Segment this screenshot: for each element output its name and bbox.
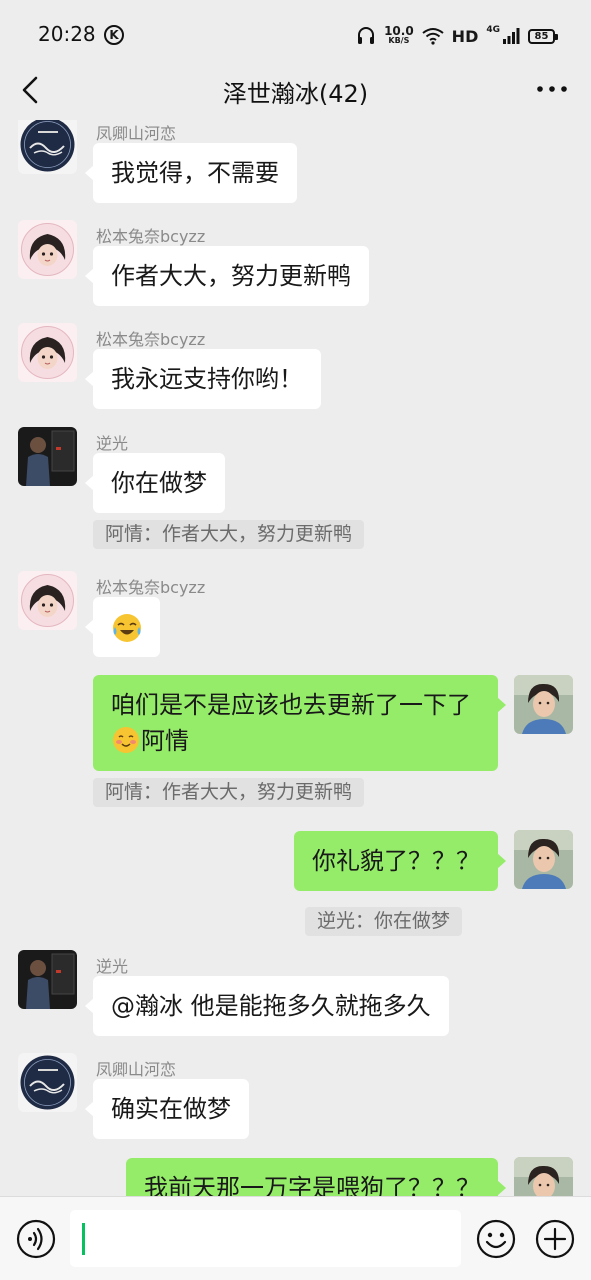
avatar-dark-photo[interactable] <box>18 950 77 1009</box>
sender-name: 逆光 <box>96 957 129 976</box>
input-bar <box>0 1196 591 1280</box>
avatar-young-man[interactable] <box>514 830 573 889</box>
net-speed-value: 10.0 <box>384 24 414 38</box>
message-bubble[interactable]: 我永远支持你哟！ <box>85 349 321 409</box>
sender-name: 松本兔奈bcyzz <box>96 330 206 349</box>
voice-icon <box>16 1219 56 1259</box>
message-list[interactable]: 凤卿山河恋 我觉得，不需要 松本兔奈bcyzz 作者大大，努力更新鸭 松本兔奈b… <box>0 120 591 1196</box>
avatar-dark-photo[interactable] <box>18 427 77 486</box>
message-bubble[interactable] <box>85 597 160 657</box>
message-bubble[interactable]: 咱们是不是应该也去更新了一下了 阿情 <box>93 675 506 771</box>
wifi-icon <box>422 28 444 45</box>
net-speed: 10.0 KB/S <box>384 24 414 46</box>
crying-laughing-emoji <box>113 614 141 642</box>
message-bubble[interactable]: @瀚冰 他是能拖多久就拖多久 <box>85 976 449 1036</box>
chat-header: 泽世瀚冰(42) <box>0 60 591 120</box>
sender-name: 松本兔奈bcyzz <box>96 227 206 246</box>
battery-icon: 85 <box>528 28 558 44</box>
avatar-ink-logo[interactable] <box>18 120 77 174</box>
avatar-anime-girl[interactable] <box>18 220 77 279</box>
message-bubble[interactable]: 作者大大，努力更新鸭 <box>85 246 369 306</box>
message-bubble[interactable]: 我前天那一万字是喂狗了？？？ <box>126 1158 506 1196</box>
avatar-young-man[interactable] <box>514 675 573 734</box>
network-type-label: 4G <box>486 25 500 35</box>
k-badge-icon: K <box>104 25 124 45</box>
avatar-anime-girl[interactable] <box>18 323 77 382</box>
message-bubble[interactable]: 你礼貌了？？？ <box>294 831 506 891</box>
message-bubble[interactable]: 你在做梦 <box>85 453 225 513</box>
status-time: 20:28 <box>38 22 96 46</box>
blushing-smile-emoji <box>113 727 139 753</box>
avatar-anime-girl[interactable] <box>18 571 77 630</box>
mention-text: 阿情 <box>141 727 189 755</box>
message-bubble[interactable]: 我觉得，不需要 <box>85 143 297 203</box>
quoted-reply[interactable]: 逆光：你在做梦 <box>304 907 462 936</box>
emoji-icon <box>476 1219 516 1259</box>
plus-icon <box>535 1219 575 1259</box>
more-button[interactable] <box>535 74 569 104</box>
chat-title: 泽世瀚冰(42) <box>222 80 369 108</box>
sender-name: 逆光 <box>96 434 129 453</box>
emoji-button[interactable] <box>476 1219 516 1259</box>
message-input[interactable] <box>70 1210 461 1267</box>
more-dots-icon <box>537 86 567 92</box>
net-speed-unit: KB/S <box>388 36 410 45</box>
signal-icon <box>503 28 520 44</box>
quoted-reply[interactable]: 阿情：作者大大，努力更新鸭 <box>93 778 365 807</box>
voice-button[interactable] <box>16 1219 56 1259</box>
avatar-young-man[interactable] <box>514 1157 573 1196</box>
sender-name: 松本兔奈bcyzz <box>96 578 206 597</box>
status-indicators: 10.0 KB/S HD 4G 85 <box>356 23 558 49</box>
sender-name: 凤卿山河恋 <box>96 1060 177 1079</box>
message-bubble[interactable]: 确实在做梦 <box>85 1079 249 1139</box>
avatar-ink-logo[interactable] <box>18 1053 77 1112</box>
sender-name: 凤卿山河恋 <box>96 124 177 143</box>
headphones-icon <box>358 27 375 44</box>
hd-label: HD <box>451 26 479 46</box>
message-text-line: 咱们是不是应该也去更新了一下了 <box>111 691 471 719</box>
text-caret <box>82 1223 85 1255</box>
quoted-reply[interactable]: 阿情：作者大大，努力更新鸭 <box>93 520 365 549</box>
more-functions-button[interactable] <box>535 1219 575 1259</box>
